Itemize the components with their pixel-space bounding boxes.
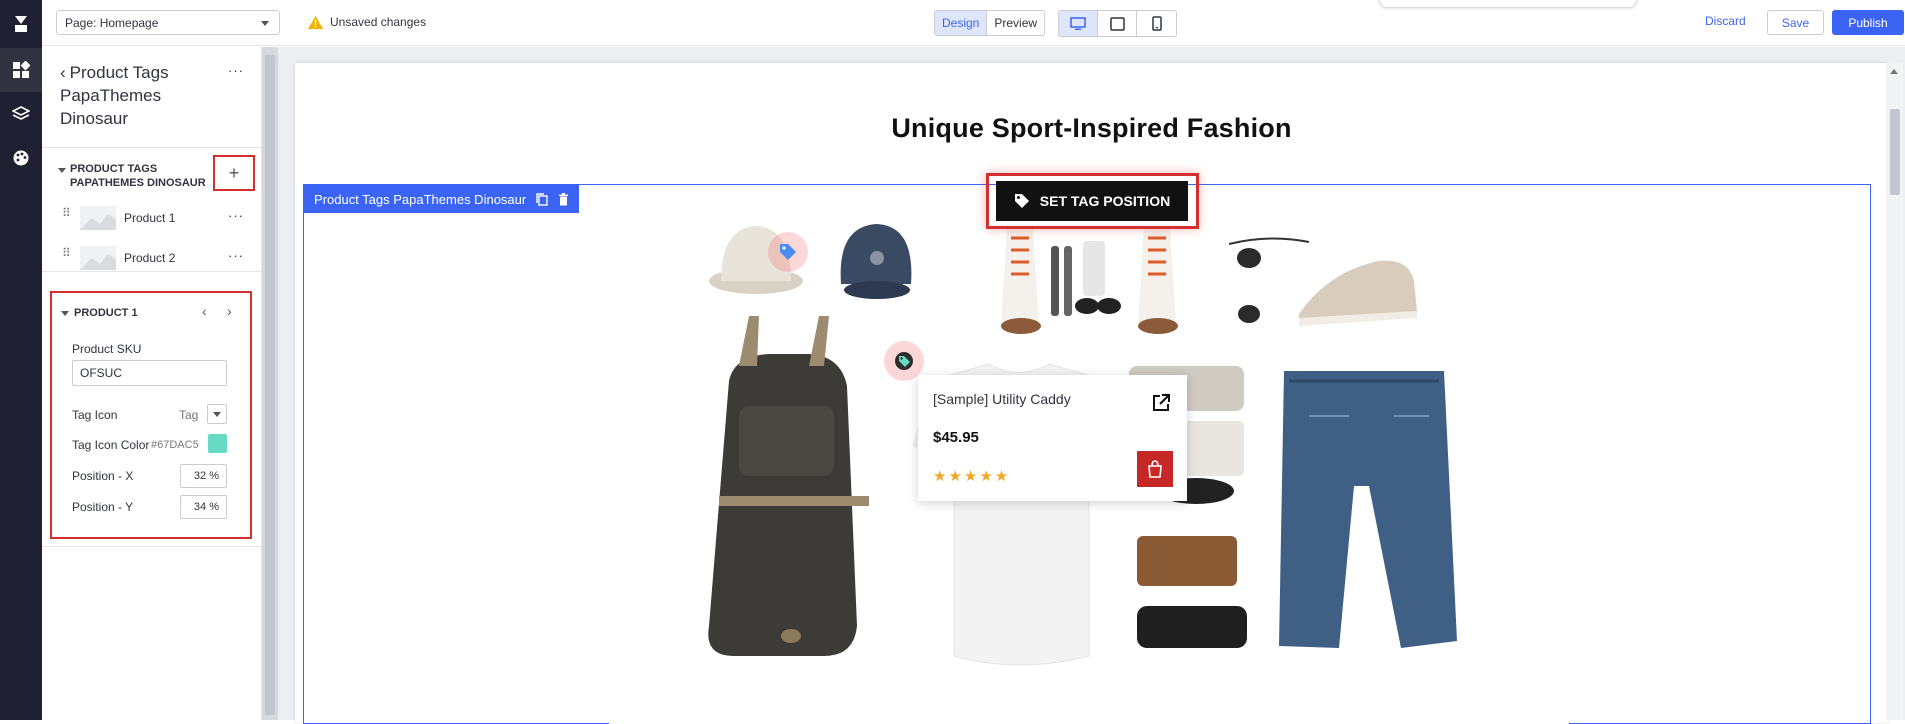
save-button[interactable]: Save	[1767, 10, 1824, 35]
more-options-icon[interactable]: ···	[228, 63, 244, 78]
tag-color-label: Tag Icon Color	[72, 438, 150, 452]
star-rating: ★★★★★	[933, 468, 1011, 485]
left-rail	[0, 0, 42, 720]
widgets-icon[interactable]	[0, 48, 42, 92]
chevron-right-icon[interactable]: ›	[227, 303, 232, 319]
tag-icon-label: Tag Icon	[72, 408, 118, 422]
drag-handle-icon[interactable]: ⠿	[62, 207, 71, 219]
pos-x-input[interactable]: 32 %	[180, 464, 227, 488]
product-name[interactable]: [Sample] Utility Caddy	[933, 391, 1071, 407]
list-item[interactable]: ⠿ Product 1 ···	[42, 202, 262, 234]
floating-panel-edge	[1379, 0, 1637, 8]
set-tag-position-highlight: SET TAG POSITION	[986, 173, 1199, 229]
sku-input[interactable]: OFSUC	[72, 360, 227, 386]
sku-label: Product SKU	[72, 342, 142, 356]
more-options-icon[interactable]: ···	[228, 208, 244, 223]
sidebar-scrollbar[interactable]	[262, 47, 278, 720]
tag-icon[interactable]	[768, 232, 808, 272]
external-link-icon[interactable]	[1151, 393, 1171, 413]
pos-x-label: Position - X	[72, 469, 134, 483]
tag-icon	[1014, 194, 1029, 208]
device-toggle	[1058, 10, 1177, 37]
product-1-title: PRODUCT 1	[74, 307, 138, 319]
warning-icon	[308, 15, 323, 29]
tablet-icon[interactable]	[1098, 11, 1137, 36]
page-select[interactable]: Page: Homepage	[56, 10, 280, 35]
top-bar: Page: Homepage Unsaved changes Design Pr…	[42, 0, 1905, 46]
layers-icon[interactable]	[0, 92, 42, 136]
mode-toggle: Design Preview	[934, 10, 1046, 36]
set-tag-position-label: SET TAG POSITION	[1039, 193, 1171, 209]
scroll-up-icon[interactable]	[1890, 69, 1898, 74]
unsaved-indicator: Unsaved changes	[308, 15, 426, 29]
add-item-button[interactable]: +	[213, 155, 255, 191]
discard-button[interactable]: Discard	[1705, 14, 1746, 28]
product-tags-section: PRODUCT TAGS PAPATHEMES DINOSAUR + ⠿ Pro…	[42, 147, 262, 272]
more-options-icon[interactable]: ···	[228, 248, 244, 263]
shopping-bag-icon	[1148, 460, 1162, 478]
sidebar-header: ‹ Product Tags PapaThemes Dinosaur	[60, 61, 210, 130]
set-tag-position-button[interactable]: SET TAG POSITION	[996, 181, 1188, 221]
chevron-left-icon[interactable]: ‹	[60, 61, 66, 84]
palette-icon[interactable]	[0, 136, 42, 180]
divider	[42, 546, 262, 547]
pos-y-label: Position - Y	[72, 500, 134, 514]
tag-icon-select[interactable]	[207, 404, 227, 424]
tag-color-value: #67DAC5	[151, 439, 199, 451]
sidebar-title: Product Tags PapaThemes Dinosaur	[60, 63, 169, 128]
color-swatch[interactable]	[208, 434, 227, 453]
bigcommerce-logo-icon[interactable]	[0, 0, 42, 48]
scrollbar-thumb[interactable]	[265, 55, 275, 715]
drag-handle-icon[interactable]: ⠿	[62, 247, 71, 259]
chevron-down-icon	[261, 21, 269, 26]
mobile-icon[interactable]	[1137, 11, 1176, 36]
unsaved-text: Unsaved changes	[330, 15, 427, 29]
chevron-left-icon[interactable]: ‹	[202, 303, 207, 319]
product-price: $45.95	[933, 429, 979, 446]
page-select-value: Page: Homepage	[65, 16, 159, 30]
settings-sidebar: ‹ Product Tags PapaThemes Dinosaur ··· PR…	[42, 47, 262, 720]
pos-y-input[interactable]: 34 %	[180, 495, 227, 519]
list-item-label: Product 2	[124, 251, 176, 265]
collapse-caret-icon[interactable]	[61, 311, 69, 316]
list-item-label: Product 1	[124, 211, 176, 225]
page-headline: Unique Sport-Inspired Fashion	[891, 113, 1292, 143]
design-mode-button[interactable]: Design	[935, 11, 988, 35]
image-placeholder-icon	[80, 206, 116, 230]
desktop-icon[interactable]	[1059, 11, 1098, 36]
copy-icon[interactable]	[536, 192, 548, 206]
list-item[interactable]: ⠿ Product 2 ···	[42, 242, 262, 274]
canvas-scrollbar[interactable]	[1886, 63, 1903, 720]
chevron-down-icon	[213, 411, 221, 417]
preview-mode-button[interactable]: Preview	[987, 11, 1044, 35]
block-label-text: Product Tags PapaThemes Dinosaur	[314, 191, 527, 207]
add-to-cart-button[interactable]	[1137, 451, 1173, 487]
scrollbar-thumb[interactable]	[1890, 109, 1900, 195]
image-placeholder-icon	[80, 246, 116, 270]
tag-icon-value: Tag	[179, 408, 199, 422]
section-title: PRODUCT TAGS PAPATHEMES DINOSAUR	[70, 163, 206, 189]
publish-button[interactable]: Publish	[1832, 10, 1904, 35]
block-label[interactable]: Product Tags PapaThemes Dinosaur	[304, 185, 580, 213]
product-popup: [Sample] Utility Caddy $45.95 ★★★★★	[918, 375, 1187, 501]
trash-icon[interactable]	[558, 192, 569, 206]
product-1-panel: PRODUCT 1 ‹ › Product SKU OFSUC Tag Icon…	[50, 291, 252, 539]
collapse-caret-icon[interactable]	[58, 168, 66, 173]
